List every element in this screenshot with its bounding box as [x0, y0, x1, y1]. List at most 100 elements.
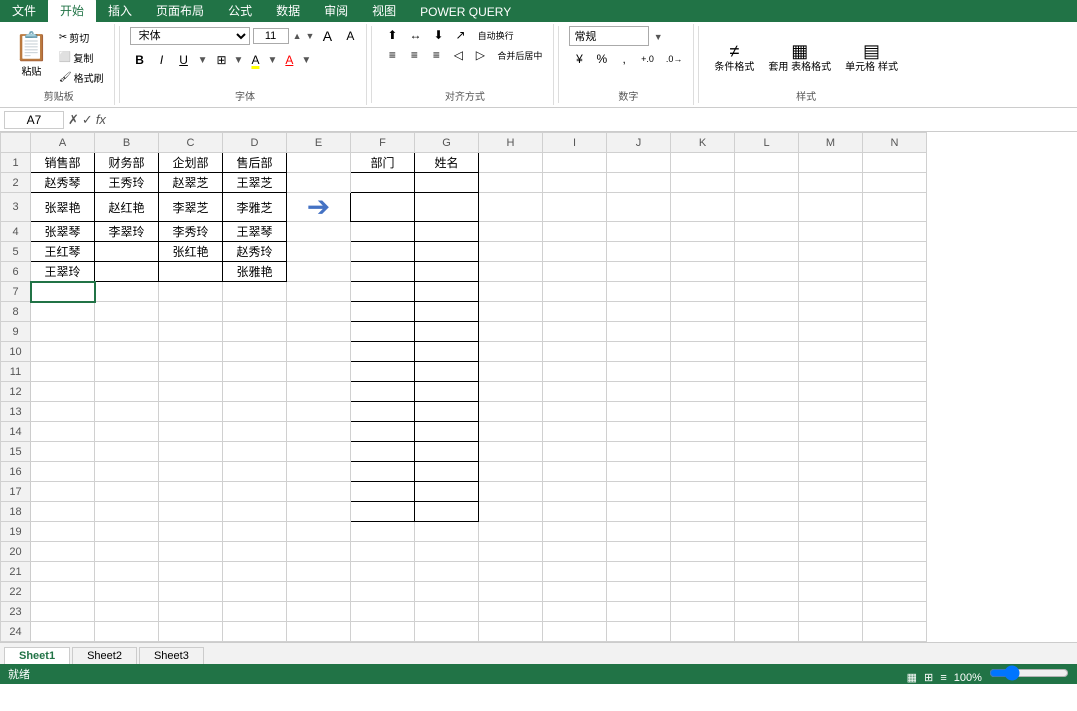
- cell-M14[interactable]: [799, 422, 863, 442]
- cell-L19[interactable]: [735, 522, 799, 542]
- cell-F12[interactable]: [351, 382, 415, 402]
- cell-H22[interactable]: [479, 582, 543, 602]
- cell-L16[interactable]: [735, 462, 799, 482]
- cell-I11[interactable]: [543, 362, 607, 382]
- cell-C7[interactable]: [159, 282, 223, 302]
- cell-H13[interactable]: [479, 402, 543, 422]
- cell-D21[interactable]: [223, 562, 287, 582]
- cell-K2[interactable]: [671, 173, 735, 193]
- cell-G7[interactable]: [415, 282, 479, 302]
- cell-J4[interactable]: [607, 222, 671, 242]
- cell-H21[interactable]: [479, 562, 543, 582]
- cell-F10[interactable]: [351, 342, 415, 362]
- font-name-select[interactable]: 宋体: [130, 27, 250, 45]
- border-button[interactable]: ⊞: [211, 51, 231, 69]
- cell-B21[interactable]: [95, 562, 159, 582]
- cell-I20[interactable]: [543, 542, 607, 562]
- cell-G20[interactable]: [415, 542, 479, 562]
- cell-H9[interactable]: [479, 322, 543, 342]
- cell-A15[interactable]: [31, 442, 95, 462]
- cell-C22[interactable]: [159, 582, 223, 602]
- cell-J1[interactable]: [607, 153, 671, 173]
- underline-button[interactable]: U: [174, 51, 194, 69]
- sheet-tab-1[interactable]: Sheet1: [4, 647, 70, 664]
- cell-K6[interactable]: [671, 262, 735, 282]
- row-num-15[interactable]: 15: [1, 442, 31, 462]
- cell-J18[interactable]: [607, 502, 671, 522]
- cell-N23[interactable]: [863, 602, 927, 622]
- number-format-box[interactable]: 常规: [569, 26, 649, 46]
- cell-E12[interactable]: [287, 382, 351, 402]
- cell-G3[interactable]: [415, 193, 479, 222]
- cell-styles-button[interactable]: ▤ 单元格 样式: [840, 38, 903, 77]
- cell-K12[interactable]: [671, 382, 735, 402]
- cell-B12[interactable]: [95, 382, 159, 402]
- cell-C1[interactable]: 企划部: [159, 153, 223, 173]
- cell-D18[interactable]: [223, 502, 287, 522]
- cell-K18[interactable]: [671, 502, 735, 522]
- cell-E18[interactable]: [287, 502, 351, 522]
- cell-A5[interactable]: 王红琴: [31, 242, 95, 262]
- cell-L11[interactable]: [735, 362, 799, 382]
- cell-I12[interactable]: [543, 382, 607, 402]
- cell-H5[interactable]: [479, 242, 543, 262]
- cell-A21[interactable]: [31, 562, 95, 582]
- cell-A17[interactable]: [31, 482, 95, 502]
- cell-K10[interactable]: [671, 342, 735, 362]
- cell-L7[interactable]: [735, 282, 799, 302]
- bold-button[interactable]: B: [130, 51, 150, 69]
- cell-H19[interactable]: [479, 522, 543, 542]
- cell-N24[interactable]: [863, 622, 927, 642]
- cell-D9[interactable]: [223, 322, 287, 342]
- cell-E15[interactable]: [287, 442, 351, 462]
- cell-N9[interactable]: [863, 322, 927, 342]
- row-num-6[interactable]: 6: [1, 262, 31, 282]
- col-header-A[interactable]: A: [31, 133, 95, 153]
- cell-F23[interactable]: [351, 602, 415, 622]
- cell-I10[interactable]: [543, 342, 607, 362]
- cell-J20[interactable]: [607, 542, 671, 562]
- cell-F21[interactable]: [351, 562, 415, 582]
- cell-L1[interactable]: [735, 153, 799, 173]
- cell-L9[interactable]: [735, 322, 799, 342]
- col-header-G[interactable]: G: [415, 133, 479, 153]
- percent-button[interactable]: %: [591, 50, 612, 68]
- col-header-D[interactable]: D: [223, 133, 287, 153]
- cell-L18[interactable]: [735, 502, 799, 522]
- table-format-button[interactable]: ▦ 套用 表格格式: [763, 38, 836, 77]
- cell-ref-input[interactable]: [4, 111, 64, 129]
- cell-E13[interactable]: [287, 402, 351, 422]
- cell-N1[interactable]: [863, 153, 927, 173]
- row-num-13[interactable]: 13: [1, 402, 31, 422]
- cell-K24[interactable]: [671, 622, 735, 642]
- row-num-7[interactable]: 7: [1, 282, 31, 302]
- tab-home[interactable]: 开始: [48, 0, 96, 22]
- zoom-slider[interactable]: [989, 665, 1069, 681]
- cell-E7[interactable]: [287, 282, 351, 302]
- cell-C13[interactable]: [159, 402, 223, 422]
- cell-A24[interactable]: [31, 622, 95, 642]
- row-num-17[interactable]: 17: [1, 482, 31, 502]
- tab-power-query[interactable]: POWER QUERY: [408, 2, 523, 22]
- cell-C21[interactable]: [159, 562, 223, 582]
- cell-A3[interactable]: 张翠艳: [31, 193, 95, 222]
- cell-G4[interactable]: [415, 222, 479, 242]
- col-header-M[interactable]: M: [799, 133, 863, 153]
- cell-I15[interactable]: [543, 442, 607, 462]
- cell-I24[interactable]: [543, 622, 607, 642]
- cell-N22[interactable]: [863, 582, 927, 602]
- cell-M13[interactable]: [799, 402, 863, 422]
- cell-E14[interactable]: [287, 422, 351, 442]
- row-num-1[interactable]: 1: [1, 153, 31, 173]
- cell-G24[interactable]: [415, 622, 479, 642]
- cell-E10[interactable]: [287, 342, 351, 362]
- cell-L15[interactable]: [735, 442, 799, 462]
- cell-G16[interactable]: [415, 462, 479, 482]
- row-num-9[interactable]: 9: [1, 322, 31, 342]
- cell-B7[interactable]: [95, 282, 159, 302]
- cell-A6[interactable]: 王翠玲: [31, 262, 95, 282]
- cell-F9[interactable]: [351, 322, 415, 342]
- number-format-dropdown[interactable]: ▼: [654, 32, 663, 42]
- cell-B3[interactable]: 赵红艳: [95, 193, 159, 222]
- cell-C3[interactable]: 李翠芝: [159, 193, 223, 222]
